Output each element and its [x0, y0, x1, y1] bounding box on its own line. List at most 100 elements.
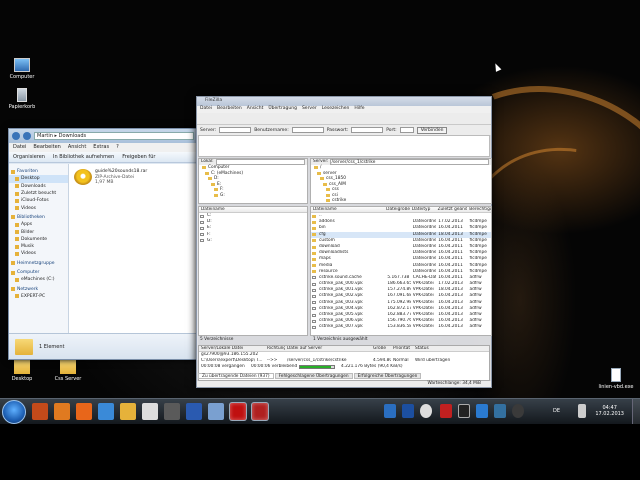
menu-item[interactable]: Bearbeiten: [33, 144, 60, 151]
nav-item[interactable]: Heimnetzgruppe: [9, 260, 68, 267]
column-header[interactable]: Dateigröße: [384, 207, 410, 212]
system-clock[interactable]: 04:47 17.02.2013: [595, 405, 624, 417]
nav-item[interactable]: iCloud-Fotos: [9, 197, 68, 204]
nav-item[interactable]: EXPERT-PC: [9, 293, 68, 300]
menu-item[interactable]: Extras: [93, 144, 109, 151]
nav-item[interactable]: eMachines (C:): [9, 276, 68, 283]
sync-tray-icon[interactable]: [476, 404, 488, 418]
menu-item[interactable]: Datei: [200, 106, 212, 113]
word-icon[interactable]: [186, 403, 202, 420]
explorer-icon[interactable]: [120, 403, 136, 420]
menu-item[interactable]: Übertragung: [268, 106, 297, 113]
tab-successful-transfers[interactable]: Erfolgreiche Übertragungen: [353, 373, 422, 379]
tree-node[interactable]: cstrike: [311, 198, 491, 203]
aim-tray-icon[interactable]: [440, 404, 452, 418]
connect-button[interactable]: Verbinden: [416, 126, 448, 134]
desktop-icon-recycle-bin[interactable]: Papierkorb: [2, 88, 42, 110]
nav-item[interactable]: Apps: [9, 221, 68, 228]
alienware-tray-icon[interactable]: [458, 404, 470, 418]
explorer-window[interactable]: Martin ▸ Downloads Datei Bearbeiten Ansi…: [8, 128, 198, 360]
nav-item[interactable]: Dokumente: [9, 236, 68, 243]
network-tray-icon[interactable]: [578, 404, 586, 418]
tree-node[interactable]: G:: [199, 193, 307, 199]
back-button[interactable]: [12, 132, 20, 140]
queue-column-header[interactable]: Datei auf Server: [285, 346, 371, 351]
local-file-row[interactable]: G:: [199, 238, 307, 244]
remote-path-input[interactable]: /server/css_1/cstrike: [330, 159, 489, 165]
nav-item[interactable]: Musik: [9, 243, 68, 250]
skull-tray-icon[interactable]: [420, 404, 432, 418]
queue-column-header[interactable]: Größe: [371, 346, 391, 351]
language-indicator[interactable]: DE: [553, 408, 560, 414]
queue-column-header[interactable]: Priorität: [391, 346, 413, 351]
password-input[interactable]: [351, 127, 384, 133]
game-icon[interactable]: [32, 403, 48, 420]
nav-folder-icon: [15, 198, 19, 203]
desktop-icon-css-server[interactable]: Css Server: [48, 360, 88, 382]
menu-item[interactable]: Lesezeichen: [322, 106, 350, 113]
show-desktop-button[interactable]: [632, 399, 640, 425]
nav-item[interactable]: Videos: [9, 250, 68, 257]
menu-item[interactable]: ?: [116, 144, 119, 151]
recorder-icon[interactable]: [252, 403, 268, 420]
address-field[interactable]: Martin ▸ Downloads: [34, 132, 194, 140]
filezilla-window[interactable]: FileZilla Datei Bearbeiten Ansicht Übertrag…: [196, 96, 492, 388]
firefox-icon[interactable]: [76, 403, 92, 420]
queue-column-header[interactable]: Status: [413, 346, 463, 351]
desktop-icon-computer[interactable]: Computer: [2, 58, 42, 80]
port-input[interactable]: [399, 127, 414, 133]
nav-item[interactable]: Netzwerk: [9, 285, 68, 292]
nav-item[interactable]: Downloads: [9, 183, 68, 190]
menu-item[interactable]: Ansicht: [68, 144, 86, 151]
forward-button[interactable]: [23, 132, 31, 140]
column-header[interactable]: Dateityp: [410, 207, 436, 212]
server-input[interactable]: [219, 127, 252, 133]
menu-item[interactable]: Datei: [13, 144, 26, 151]
tab-failed-transfers[interactable]: Fehlgeschlagene Übertragungen: [274, 373, 353, 379]
add-to-library-button[interactable]: In Bibliothek aufnehmen: [53, 154, 114, 160]
nav-item[interactable]: Computer: [9, 269, 68, 276]
filezilla-icon[interactable]: [230, 403, 246, 420]
nav-item[interactable]: Bilder: [9, 228, 68, 235]
ie-icon[interactable]: [98, 403, 114, 420]
column-header[interactable]: Berechtigungen: [467, 207, 491, 212]
menu-item[interactable]: Ansicht: [247, 106, 264, 113]
nav-item[interactable]: Desktop: [9, 175, 68, 183]
nav-item[interactable]: Videos: [9, 204, 68, 211]
share-button[interactable]: Freigeben für: [122, 154, 155, 160]
remote-file-pane: Dateiname Dateigröße Dateityp Zuletzt ge…: [310, 206, 492, 336]
organize-button[interactable]: Organisieren: [13, 154, 45, 160]
start-button[interactable]: [2, 400, 26, 424]
queue-column-header[interactable]: Richtung: [265, 346, 285, 351]
address-segment[interactable]: Downloads: [59, 133, 86, 139]
x-tray-icon[interactable]: [494, 404, 506, 418]
column-header[interactable]: Dateiname: [311, 207, 384, 212]
remote-file-row[interactable]: cstrike_pak_007.vpk 153.836.581VPK-Datei 1…: [311, 324, 491, 330]
video-icon[interactable]: [164, 403, 180, 420]
media-player-icon[interactable]: [54, 403, 70, 420]
column-header[interactable]: Dateiname: [199, 207, 307, 212]
file-item[interactable]: guide%20sounds18.rar ZIP-Archive-Datei 1…: [74, 169, 192, 186]
steam-tray-icon[interactable]: [512, 404, 524, 418]
picture-icon[interactable]: [208, 403, 224, 420]
address-segment[interactable]: Martin: [37, 133, 53, 139]
tree-folder-icon: [317, 171, 321, 175]
nav-item[interactable]: Favoriten: [9, 168, 68, 175]
menu-item[interactable]: Server: [302, 106, 317, 113]
paint-icon[interactable]: [142, 403, 158, 420]
desktop-icon-exe[interactable]: linien-vbd.exe: [596, 368, 636, 390]
username-input[interactable]: [291, 127, 324, 133]
menu-item[interactable]: Hilfe: [354, 106, 364, 113]
app-tray-icon[interactable]: [402, 404, 414, 418]
queue-column-header[interactable]: Server/Lokale Datei: [199, 346, 265, 351]
desktop-icon-desktop[interactable]: Desktop: [2, 360, 42, 382]
tree-folder-icon: [314, 166, 318, 170]
column-header[interactable]: Zuletzt geändert: [436, 207, 468, 212]
folder-icon: [312, 233, 316, 237]
menu-item[interactable]: Bearbeiten: [217, 106, 242, 113]
nav-item[interactable]: Bibliotheken: [9, 214, 68, 221]
nav-item-label: iCloud-Fotos: [21, 198, 49, 204]
tab-queued-files[interactable]: Zu übertragende Dateien (937): [198, 373, 274, 379]
user-tray-icon[interactable]: [384, 404, 396, 418]
nav-item[interactable]: Zuletzt besucht: [9, 190, 68, 197]
